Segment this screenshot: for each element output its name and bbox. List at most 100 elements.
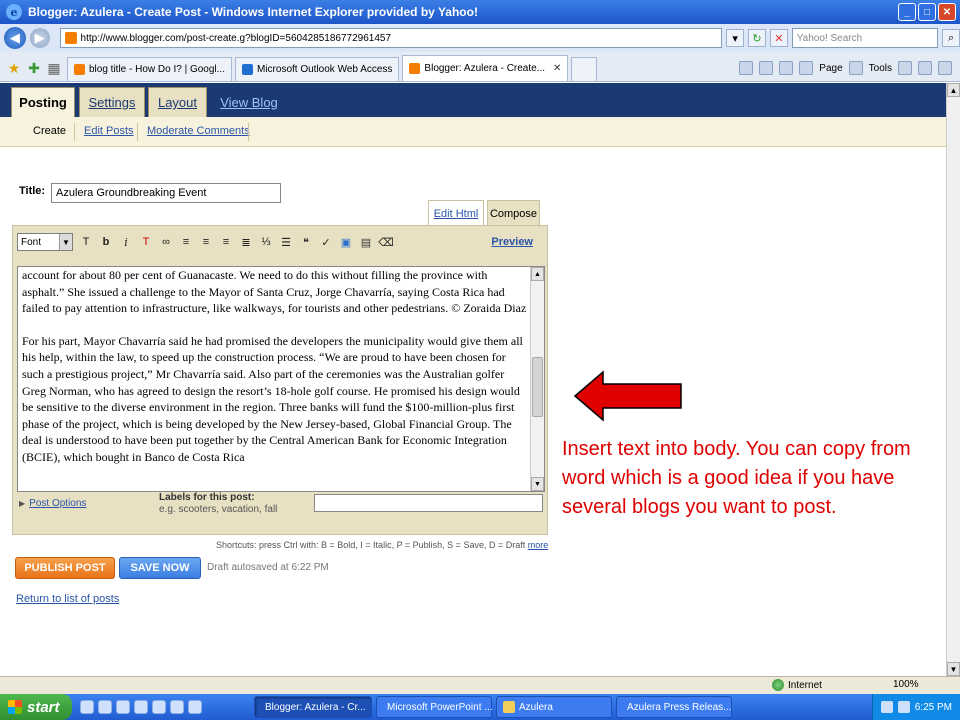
gear-icon[interactable] bbox=[848, 61, 863, 75]
task-label: Microsoft PowerPoint ... bbox=[387, 701, 493, 713]
start-button[interactable]: start bbox=[0, 694, 72, 720]
bulleted-list-icon[interactable]: ☰ bbox=[279, 234, 293, 250]
search-input[interactable]: Yahoo! Search bbox=[791, 28, 939, 48]
link-icon[interactable]: ∞ bbox=[159, 234, 173, 250]
tab-posting[interactable]: Posting bbox=[11, 87, 75, 117]
post-options-toggle[interactable]: ▶ Post Options bbox=[19, 498, 86, 509]
tab-compose[interactable]: Compose bbox=[487, 200, 540, 226]
home-icon[interactable] bbox=[739, 61, 754, 75]
back-button[interactable]: ◀ bbox=[4, 27, 26, 49]
font-select[interactable]: Font ▼ bbox=[17, 233, 73, 251]
publish-post-button[interactable]: PUBLISH POST bbox=[15, 557, 115, 579]
video-icon[interactable]: ▤ bbox=[359, 234, 373, 250]
tools-menu[interactable]: Tools bbox=[869, 63, 892, 74]
search-icon[interactable]: ⌕ bbox=[942, 29, 960, 47]
align-center-icon[interactable]: ≡ bbox=[199, 234, 213, 250]
chevron-down-icon: ▼ bbox=[59, 234, 72, 250]
zoom-level[interactable]: 100% bbox=[893, 679, 919, 690]
browser-tab-label: blog title - How Do I? | Googl... bbox=[89, 64, 225, 75]
window-title-bar: e Blogger: Azulera - Create Post - Windo… bbox=[0, 0, 960, 24]
remove-formatting-icon[interactable]: ⌫ bbox=[378, 234, 394, 250]
tray-icon[interactable] bbox=[897, 701, 910, 713]
subtab-moderate-comments[interactable]: Moderate Comments bbox=[147, 125, 250, 137]
editor-scrollbar[interactable]: ▲ ▼ bbox=[530, 267, 544, 491]
quick-tabs-icon[interactable]: ▦ bbox=[44, 55, 64, 81]
bold-icon[interactable]: b bbox=[99, 234, 113, 250]
blockquote-icon[interactable]: ❝ bbox=[299, 234, 313, 250]
tab-edit-html[interactable]: Edit Html bbox=[428, 200, 484, 226]
preview-link[interactable]: Preview bbox=[491, 236, 543, 248]
editor-scroll-thumb[interactable] bbox=[532, 357, 543, 417]
align-right-icon[interactable]: ≡ bbox=[219, 234, 233, 250]
post-body-editor[interactable]: account for about 80 per cent of Guanaca… bbox=[17, 266, 545, 492]
quick-launch-icon[interactable] bbox=[98, 700, 112, 714]
justify-icon[interactable]: ≣ bbox=[239, 234, 253, 250]
tab-layout[interactable]: Layout bbox=[148, 87, 207, 117]
italic-icon[interactable]: i bbox=[119, 234, 133, 250]
forward-button[interactable]: ▶ bbox=[29, 28, 50, 48]
feeds-icon[interactable] bbox=[759, 61, 774, 75]
labels-input[interactable] bbox=[314, 494, 543, 512]
scroll-down-icon[interactable]: ▼ bbox=[531, 477, 544, 491]
minimize-icon[interactable]: _ bbox=[898, 3, 916, 21]
windows-taskbar: start Blogger: Azulera - Cr... Microsoft… bbox=[0, 694, 960, 720]
return-to-posts-link[interactable]: Return to list of posts bbox=[16, 593, 119, 605]
quick-launch-icon[interactable] bbox=[116, 700, 130, 714]
taskbar-item-folder[interactable]: Azulera bbox=[496, 696, 612, 718]
numbered-list-icon[interactable]: ⅓ bbox=[259, 234, 273, 250]
address-dropdown-icon[interactable]: ▾ bbox=[726, 29, 745, 47]
subtab-create[interactable]: Create bbox=[33, 125, 66, 137]
add-favorites-icon[interactable]: ✚ bbox=[24, 55, 44, 81]
font-size-icon[interactable]: T bbox=[79, 234, 93, 250]
browser-tab-google[interactable]: blog title - How Do I? | Googl... bbox=[67, 57, 232, 81]
taskbar-item-ie[interactable]: Blogger: Azulera - Cr... bbox=[254, 696, 372, 718]
shortcuts-hint: Shortcuts: press Ctrl with: B = Bold, I … bbox=[216, 540, 548, 550]
browser-tab-blogger[interactable]: Blogger: Azulera - Create... ✕ bbox=[402, 55, 569, 81]
help-icon[interactable] bbox=[898, 61, 912, 75]
scroll-up-icon[interactable]: ▲ bbox=[947, 83, 960, 97]
shortcuts-more-link[interactable]: more bbox=[528, 540, 549, 550]
quick-launch-icon[interactable] bbox=[80, 700, 94, 714]
post-options-label: Post Options bbox=[29, 498, 87, 509]
quick-launch-icon[interactable] bbox=[134, 700, 148, 714]
triangle-right-icon: ▶ bbox=[19, 499, 26, 508]
new-tab-button[interactable] bbox=[571, 57, 598, 81]
page-content: Posting Settings Layout View Blog Create… bbox=[0, 83, 946, 676]
quick-launch-icon[interactable] bbox=[170, 700, 184, 714]
text-color-icon[interactable]: T bbox=[139, 234, 153, 250]
windows-logo-icon bbox=[8, 700, 22, 714]
stop-icon[interactable]: ✕ bbox=[769, 29, 788, 47]
research-icon[interactable] bbox=[918, 61, 932, 75]
taskbar-item-powerpoint[interactable]: Microsoft PowerPoint ... bbox=[376, 696, 493, 718]
refresh-icon[interactable]: ↻ bbox=[748, 29, 766, 47]
address-field[interactable]: http://www.blogger.com/post-create.g?blo… bbox=[59, 28, 723, 48]
page-menu[interactable]: Page bbox=[819, 63, 842, 74]
print-icon[interactable] bbox=[779, 61, 794, 75]
spellcheck-icon[interactable]: ✓ bbox=[319, 234, 333, 250]
align-left-icon[interactable]: ≡ bbox=[179, 234, 193, 250]
scroll-down-icon[interactable]: ▼ bbox=[947, 662, 960, 676]
body-paragraph: For his part, Mayor Chavarría said he ha… bbox=[22, 333, 523, 464]
body-paragraph: account for about 80 per cent of Guanaca… bbox=[22, 268, 527, 316]
page-scrollbar[interactable]: ▲ ▼ bbox=[946, 83, 960, 676]
image-icon[interactable]: ▣ bbox=[339, 234, 353, 250]
red-left-arrow-icon bbox=[573, 370, 682, 422]
tab-settings[interactable]: Settings bbox=[79, 87, 145, 117]
maximize-icon[interactable]: □ bbox=[918, 3, 936, 21]
taskbar-item-word[interactable]: Azulera Press Releas... bbox=[616, 696, 732, 718]
post-title-input[interactable] bbox=[51, 183, 281, 203]
favorites-star-icon[interactable]: ★ bbox=[4, 55, 24, 81]
close-tab-icon[interactable]: ✕ bbox=[553, 63, 561, 74]
save-now-button[interactable]: SAVE NOW bbox=[119, 557, 201, 579]
tab-view-blog[interactable]: View Blog bbox=[213, 87, 285, 117]
browser-tab-outlook[interactable]: Microsoft Outlook Web Access bbox=[235, 57, 400, 81]
quick-launch-icon[interactable] bbox=[188, 700, 202, 714]
scroll-up-icon[interactable]: ▲ bbox=[531, 267, 544, 281]
messenger-icon[interactable] bbox=[938, 61, 952, 75]
page-icon[interactable] bbox=[799, 61, 814, 75]
subtab-edit-posts[interactable]: Edit Posts bbox=[84, 125, 134, 137]
quick-launch-icon[interactable] bbox=[152, 700, 166, 714]
tray-icon[interactable] bbox=[880, 701, 893, 713]
close-icon[interactable]: ✕ bbox=[938, 3, 956, 21]
clock: 6:25 PM bbox=[914, 701, 952, 713]
